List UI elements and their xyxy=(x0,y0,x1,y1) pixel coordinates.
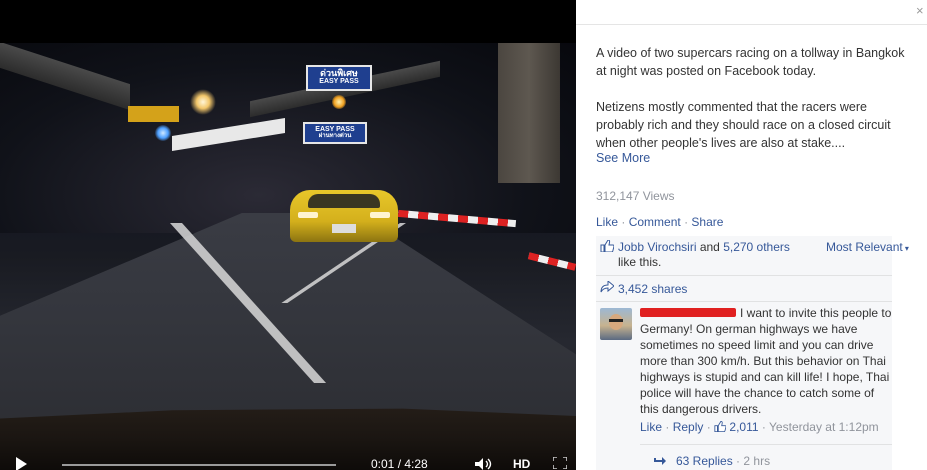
play-icon[interactable] xyxy=(16,457,27,470)
separator: · xyxy=(736,454,741,468)
post-actions: Like · Comment · Share xyxy=(596,215,723,229)
comment-reply-link[interactable]: Reply xyxy=(673,420,704,434)
view-count: 312,147 Views xyxy=(596,189,675,203)
volume-icon[interactable] xyxy=(475,458,493,470)
car-license-plate xyxy=(332,224,356,233)
comment-like-count[interactable]: 2,011 xyxy=(729,420,758,434)
overpass-pillar xyxy=(498,43,560,183)
see-more-link[interactable]: See More xyxy=(596,151,650,165)
likes-suffix: like this. xyxy=(618,255,662,269)
easy-pass-sign-mid-sub: ผ่านทางด่วน xyxy=(318,133,352,140)
sort-dropdown[interactable]: Most Relevant ▾ xyxy=(826,240,909,254)
share-arrow-icon xyxy=(600,281,614,293)
post-panel: × A video of two supercars racing on a t… xyxy=(576,0,927,470)
dropdown-caret-icon: ▾ xyxy=(902,244,909,253)
time-display: 0:01 / 4:28 xyxy=(371,457,428,470)
replies-row[interactable]: 63 Replies · 2 hrs xyxy=(640,444,892,470)
shares-count[interactable]: 3,452 shares xyxy=(618,282,687,296)
comment-timestamp[interactable]: Yesterday at 1:12pm xyxy=(769,420,879,434)
easy-pass-sign-mid: EASY PASS ผ่านทางด่วน xyxy=(303,122,367,144)
liker-name[interactable]: Jobb Virochsiri xyxy=(618,240,696,254)
likes-summary: Jobb Virochsiri and 5,270 others like th… xyxy=(618,240,798,270)
separator: · xyxy=(706,420,711,434)
separator: · xyxy=(621,215,626,229)
caption-paragraph-2: Netizens mostly commented that the racer… xyxy=(596,100,891,150)
video-player[interactable]: ด่วนพิเศษ EASY PASS EASY PASS ผ่านทางด่ว… xyxy=(0,0,576,470)
share-link[interactable]: Share xyxy=(691,215,723,229)
close-icon[interactable]: × xyxy=(916,4,924,18)
easy-pass-sign-top-sub: EASY PASS xyxy=(319,78,359,86)
easy-pass-sign-top-title: ด่วนพิเศษ xyxy=(320,68,358,78)
comment-like-link[interactable]: Like xyxy=(640,420,662,434)
replies-age: 2 hrs xyxy=(743,454,771,468)
car-tail-lamp-right xyxy=(370,212,390,218)
separator: · xyxy=(761,420,766,434)
feedback-box: Jobb Virochsiri and 5,270 others like th… xyxy=(596,236,909,470)
avatar[interactable] xyxy=(600,308,632,340)
likes-others[interactable]: 5,270 others xyxy=(723,240,790,254)
separator: · xyxy=(684,215,689,229)
sort-label: Most Relevant xyxy=(826,240,903,254)
post-caption: A video of two supercars racing on a tol… xyxy=(596,44,911,152)
panel-topbar: × xyxy=(576,0,927,25)
easy-pass-sign-top: ด่วนพิเศษ EASY PASS xyxy=(306,65,372,91)
replies-count[interactable]: 63 Replies xyxy=(676,454,733,468)
yellow-road-sign xyxy=(128,106,179,122)
likes-and: and xyxy=(696,240,724,254)
yellow-supercar xyxy=(290,190,398,242)
comment-text: I want to invite this people to Germany!… xyxy=(640,306,892,416)
fullscreen-icon[interactable] xyxy=(553,457,567,469)
blue-light xyxy=(155,125,171,141)
reply-arrow-icon xyxy=(654,457,666,465)
shares-row: 3,452 shares xyxy=(596,276,892,302)
comment-meta: Like · Reply · 2,011 · Yesterday at 1:12… xyxy=(640,420,879,434)
car-tail-lamp-left xyxy=(298,212,318,218)
video-frame[interactable]: ด่วนพิเศษ EASY PASS EASY PASS ผ่านทางด่ว… xyxy=(0,43,576,470)
avatar-glasses xyxy=(609,319,623,322)
caption-paragraph-1: A video of two supercars racing on a tol… xyxy=(596,46,905,78)
avatar-face xyxy=(609,314,623,330)
traffic-light xyxy=(332,95,346,109)
likes-row: Jobb Virochsiri and 5,270 others like th… xyxy=(596,236,909,276)
video-controls: 0:01 / 4:28 HD xyxy=(0,452,576,470)
replies-summary: 63 Replies · 2 hrs xyxy=(676,454,770,468)
progress-bar[interactable] xyxy=(62,464,336,466)
curb-far-right xyxy=(527,252,576,271)
street-lamp xyxy=(190,89,216,115)
thumbs-up-icon xyxy=(600,240,614,252)
like-link[interactable]: Like xyxy=(596,215,618,229)
thumbs-up-icon xyxy=(714,421,727,432)
hd-button[interactable]: HD xyxy=(513,457,530,470)
car-rear-window xyxy=(308,194,380,208)
comment-link[interactable]: Comment xyxy=(629,215,681,229)
separator: · xyxy=(665,420,670,434)
